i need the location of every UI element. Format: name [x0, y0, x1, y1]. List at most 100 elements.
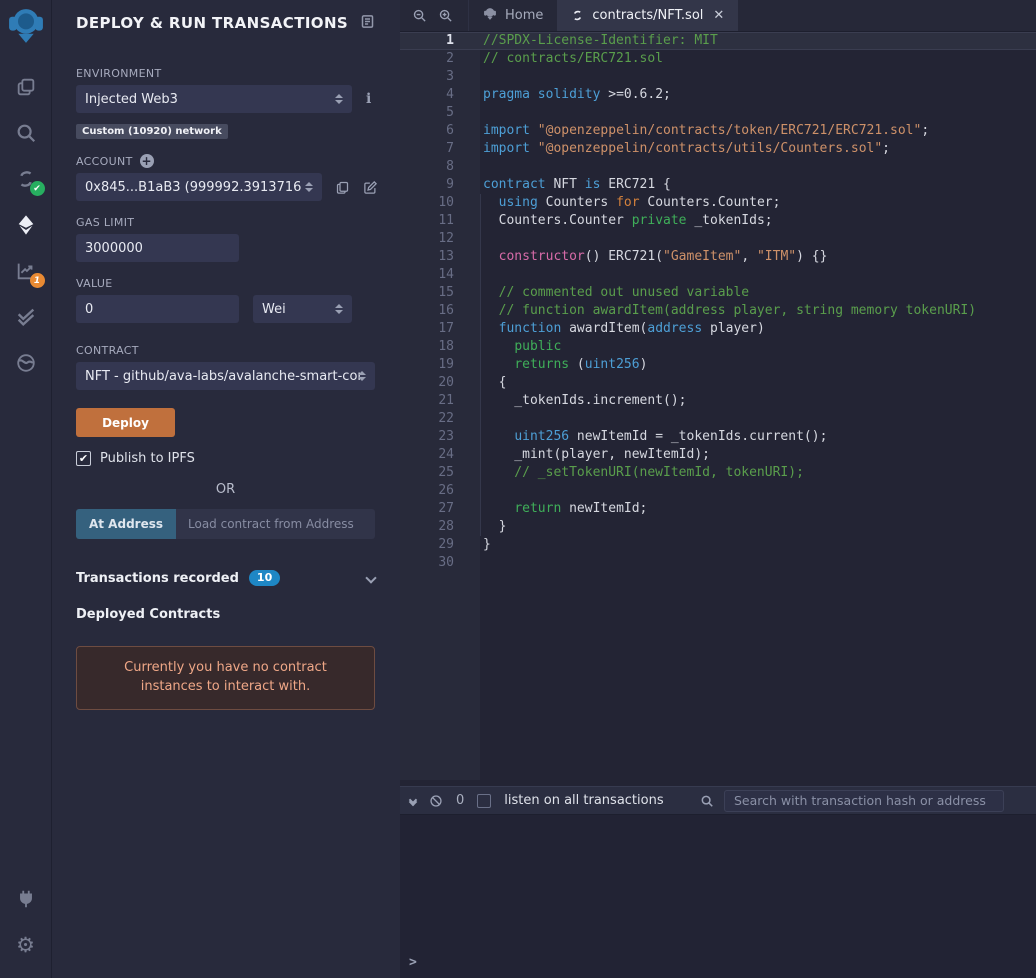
icon-rail: ✔ 1 ⚙	[0, 0, 52, 978]
code-line[interactable]: 11 Counters.Counter private _tokenIds;	[400, 212, 1036, 230]
or-separator: OR	[76, 482, 375, 497]
code-line[interactable]: 10 using Counters for Counters.Counter;	[400, 194, 1036, 212]
line-number: 1	[400, 32, 480, 50]
editor-lines: 1//SPDX-License-Identifier: MIT2// contr…	[400, 32, 1036, 572]
deploy-button[interactable]: Deploy	[76, 408, 175, 437]
edit-account-icon[interactable]	[363, 180, 378, 195]
select-caret-icon	[358, 371, 366, 381]
pending-tx-count: 0	[456, 793, 464, 808]
code-line[interactable]: 23 uint256 newItemId = _tokenIds.current…	[400, 428, 1036, 446]
line-number: 28	[400, 518, 480, 536]
code-line[interactable]: 18 public	[400, 338, 1036, 356]
listen-transactions-checkbox[interactable]	[477, 794, 491, 808]
code-line[interactable]: 9contract NFT is ERC721 {	[400, 176, 1036, 194]
terminal-prompt: >	[409, 955, 417, 970]
close-tab-icon[interactable]: ✕	[713, 8, 724, 23]
zoom-out-icon[interactable]	[406, 0, 432, 31]
code-line[interactable]: 6import "@openzeppelin/contracts/token/E…	[400, 122, 1036, 140]
tab-nft-sol[interactable]: contracts/NFT.sol ✕	[557, 0, 738, 31]
code-line[interactable]: 13 constructor() ERC721("GameItem", "ITM…	[400, 248, 1036, 266]
contract-select[interactable]: NFT - github/ava-labs/avalanche-smart-co…	[76, 362, 375, 390]
code-line[interactable]: 28 }	[400, 518, 1036, 536]
code-line[interactable]: 7import "@openzeppelin/contracts/utils/C…	[400, 140, 1036, 158]
tab-home[interactable]: Home	[468, 0, 557, 31]
code-line[interactable]: 20 {	[400, 374, 1036, 392]
terminal-search-icon	[700, 794, 714, 808]
line-number: 12	[400, 230, 480, 248]
terminal-search-input[interactable]	[724, 790, 1004, 812]
plugin-manager-icon[interactable]	[13, 886, 39, 912]
code-line[interactable]: 16 // function awardItem(address player,…	[400, 302, 1036, 320]
code-line[interactable]: 19 returns (uint256)	[400, 356, 1036, 374]
account-label: ACCOUNT +	[76, 154, 375, 168]
transactions-recorded-label: Transactions recorded	[76, 571, 239, 586]
debugger-icon[interactable]	[13, 350, 39, 376]
code-line[interactable]: 8	[400, 158, 1036, 176]
line-number: 8	[400, 158, 480, 176]
environment-info-icon[interactable]: i	[366, 91, 371, 107]
copy-account-icon[interactable]	[335, 180, 350, 195]
code-line[interactable]: 26	[400, 482, 1036, 500]
value-label: VALUE	[76, 277, 375, 290]
code-line[interactable]: 5	[400, 104, 1036, 122]
zoom-in-icon[interactable]	[432, 0, 458, 31]
code-line[interactable]: 27 return newItemId;	[400, 500, 1036, 518]
solidity-compiler-icon[interactable]: ✔	[13, 166, 39, 192]
solidity-file-icon	[571, 9, 584, 22]
documentation-icon[interactable]	[360, 14, 375, 33]
panel-title: DEPLOY & RUN TRANSACTIONS	[76, 14, 348, 32]
code-editor[interactable]: 1//SPDX-License-Identifier: MIT2// contr…	[400, 32, 1036, 780]
line-number: 27	[400, 500, 480, 518]
line-number: 7	[400, 140, 480, 158]
code-line[interactable]: 15 // commented out unused variable	[400, 284, 1036, 302]
solidity-unit-testing-icon[interactable]	[13, 304, 39, 330]
terminal-console[interactable]: >	[400, 815, 1036, 978]
gas-limit-label: GAS LIMIT	[76, 216, 375, 229]
code-line[interactable]: 3	[400, 68, 1036, 86]
gas-limit-input[interactable]	[76, 234, 239, 262]
code-line[interactable]: 12	[400, 230, 1036, 248]
chevron-down-icon[interactable]	[367, 571, 375, 586]
search-icon[interactable]	[13, 120, 39, 146]
remix-logo-icon[interactable]	[7, 6, 45, 46]
line-number: 13	[400, 248, 480, 266]
analytics-icon[interactable]: 1	[13, 258, 39, 284]
transactions-count-badge: 10	[249, 570, 280, 586]
terminal-toolbar: 0 listen on all transactions	[400, 786, 1036, 815]
line-number: 26	[400, 482, 480, 500]
deploy-and-run-icon[interactable]	[13, 212, 39, 238]
deployed-contracts-label: Deployed Contracts	[76, 607, 375, 622]
code-line[interactable]: 1//SPDX-License-Identifier: MIT	[400, 32, 1036, 50]
code-line[interactable]: 4pragma solidity >=0.6.2;	[400, 86, 1036, 104]
code-line[interactable]: 22	[400, 410, 1036, 428]
line-number: 25	[400, 464, 480, 482]
code-line[interactable]: 25 // _setTokenURI(newItemId, tokenURI);	[400, 464, 1036, 482]
environment-select[interactable]: Injected Web3	[76, 85, 352, 113]
line-number: 20	[400, 374, 480, 392]
publish-ipfs-checkbox[interactable]: ✔	[76, 451, 91, 466]
line-number: 19	[400, 356, 480, 374]
collapse-terminal-icon[interactable]	[410, 799, 416, 803]
line-number: 14	[400, 266, 480, 284]
code-line[interactable]: 17 function awardItem(address player)	[400, 320, 1036, 338]
code-line[interactable]: 14	[400, 266, 1036, 284]
file-explorer-icon[interactable]	[13, 74, 39, 100]
code-line[interactable]: 24 _mint(player, newItemId);	[400, 446, 1036, 464]
settings-icon[interactable]: ⚙	[13, 932, 39, 958]
code-line[interactable]: 29}	[400, 536, 1036, 554]
code-line[interactable]: 2// contracts/ERC721.sol	[400, 50, 1036, 68]
transactions-recorded-row[interactable]: Transactions recorded 10	[76, 570, 375, 586]
line-number: 9	[400, 176, 480, 194]
clear-console-icon[interactable]	[429, 794, 443, 808]
code-line[interactable]: 21 _tokenIds.increment();	[400, 392, 1036, 410]
code-line[interactable]: 30	[400, 554, 1036, 572]
line-number: 30	[400, 554, 480, 572]
at-address-input[interactable]	[176, 509, 375, 539]
account-select[interactable]: 0x845...B1aB3 (999992.3913716	[76, 173, 322, 201]
value-input[interactable]	[76, 295, 239, 323]
add-account-icon[interactable]: +	[140, 154, 154, 168]
at-address-button[interactable]: At Address	[76, 509, 176, 539]
value-unit-select[interactable]: Wei	[253, 295, 352, 323]
analytics-count-badge: 1	[30, 273, 45, 288]
select-caret-icon	[335, 94, 343, 104]
